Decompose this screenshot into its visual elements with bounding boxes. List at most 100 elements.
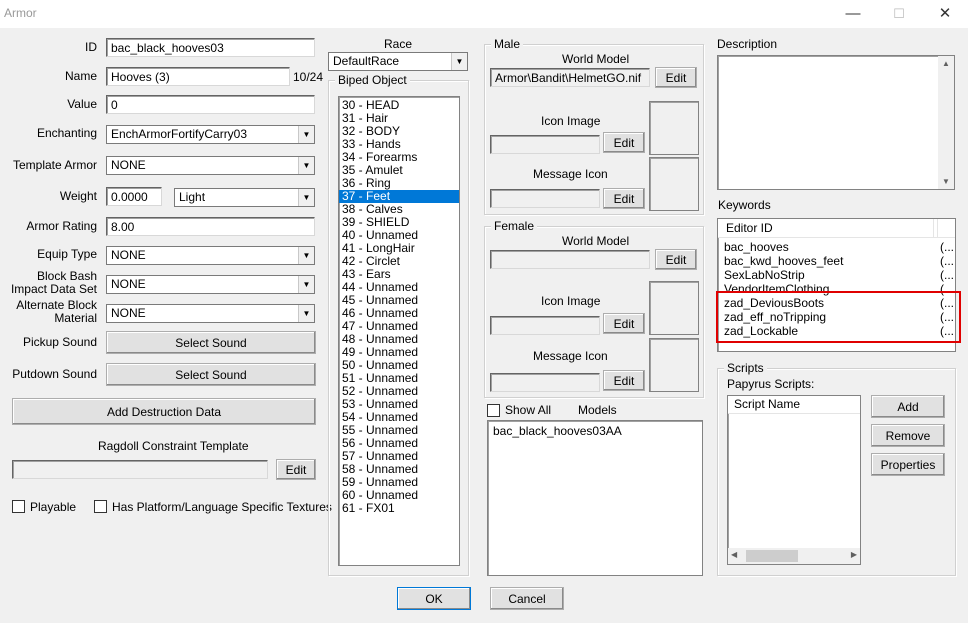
chevron-down-icon[interactable]: ▼: [298, 126, 314, 143]
female-icon-image-edit-button[interactable]: Edit: [603, 313, 645, 334]
female-message-icon-edit-button[interactable]: Edit: [603, 370, 645, 391]
male-icon-image-path: [490, 135, 600, 154]
remove-script-button[interactable]: Remove: [871, 424, 945, 447]
equip-type-dropdown[interactable]: NONE ▼: [106, 246, 315, 265]
male-world-model-path: Armor\Bandit\HelmetGO.nif: [490, 68, 650, 87]
male-world-model-edit-button[interactable]: Edit: [655, 67, 697, 88]
value-input[interactable]: 0: [106, 95, 315, 114]
chevron-down-icon[interactable]: ▼: [298, 305, 314, 322]
name-label: Name: [64, 69, 97, 83]
male-message-icon-label: Message Icon: [533, 167, 608, 181]
male-icon-image-preview: [649, 101, 699, 155]
template-armor-dropdown[interactable]: NONE ▼: [106, 156, 315, 175]
scroll-right-icon[interactable]: ▶: [851, 550, 857, 559]
pickup-sound-label: Pickup Sound: [22, 335, 97, 349]
biped-item[interactable]: 61 - FX01: [339, 502, 459, 515]
biped-object-list[interactable]: 30 - HEAD 31 - Hair 32 - BODY 33 - Hands 34 …: [338, 96, 460, 566]
female-world-model-edit-button[interactable]: Edit: [655, 249, 697, 270]
female-message-icon-label: Message Icon: [533, 349, 608, 363]
name-input[interactable]: Hooves (3): [106, 67, 290, 86]
template-armor-label: Template Armor: [12, 158, 97, 172]
minimize-icon[interactable]: —: [830, 0, 876, 28]
keywords-editor-id-column[interactable]: Editor ID: [726, 220, 773, 237]
keyword-row[interactable]: SexLabNoStrip (...: [718, 268, 955, 282]
add-destruction-data-button[interactable]: Add Destruction Data: [12, 398, 316, 425]
playable-checkbox[interactable]: [12, 500, 25, 513]
ragdoll-input[interactable]: [12, 460, 268, 479]
show-all-checkbox[interactable]: [487, 404, 500, 417]
armor-rating-input[interactable]: 8.00: [106, 217, 315, 236]
keyword-row[interactable]: bac_hooves (...: [718, 240, 955, 254]
keywords-header: Editor ID: [718, 219, 955, 238]
keyword-highlight-box: [716, 291, 961, 343]
models-list[interactable]: bac_black_hooves03AA: [487, 420, 703, 576]
scroll-left-icon[interactable]: ◀: [731, 550, 737, 559]
enchanting-value: EnchArmorFortifyCarry03: [111, 127, 248, 141]
description-scrollbar[interactable]: ▲ ▼: [938, 56, 954, 189]
block-bash-value: NONE: [111, 277, 146, 291]
female-icon-image-label: Icon Image: [541, 294, 601, 308]
race-dropdown[interactable]: DefaultRace ▼: [328, 52, 468, 71]
weight-input[interactable]: 0.0000: [106, 187, 162, 206]
column-separator: [933, 219, 934, 237]
pickup-select-sound-button[interactable]: Select Sound: [106, 331, 316, 354]
id-label: ID: [85, 40, 97, 54]
alternate-block-label-line2: Material: [54, 311, 97, 325]
value-label: Value: [67, 97, 97, 111]
chevron-down-icon[interactable]: ▼: [298, 189, 314, 206]
platform-textures-checkbox[interactable]: [94, 500, 107, 513]
block-bash-dropdown[interactable]: NONE ▼: [106, 275, 315, 294]
weight-class-value: Light: [179, 190, 206, 204]
scroll-down-icon[interactable]: ▼: [938, 177, 954, 186]
alternate-block-label-line1: Alternate Block: [16, 298, 97, 312]
male-world-model-label: World Model: [562, 52, 630, 66]
ragdoll-edit-button[interactable]: Edit: [276, 459, 316, 480]
list-item[interactable]: bac_black_hooves03AA: [488, 424, 702, 438]
keyword-name: bac_hooves: [724, 240, 789, 254]
putdown-select-sound-button[interactable]: Select Sound: [106, 363, 316, 386]
scripts-legend: Scripts: [724, 361, 767, 375]
close-icon[interactable]: ✕: [922, 0, 968, 28]
script-properties-button[interactable]: Properties: [871, 453, 945, 476]
keyword-row[interactable]: bac_kwd_hooves_feet (...: [718, 254, 955, 268]
add-script-button[interactable]: Add: [871, 395, 945, 418]
alternate-block-dropdown[interactable]: NONE ▼: [106, 304, 315, 323]
enchanting-dropdown[interactable]: EnchArmorFortifyCarry03 ▼: [106, 125, 315, 144]
scripts-hscrollbar[interactable]: ◀ ▶: [728, 548, 860, 564]
template-armor-value: NONE: [111, 158, 146, 172]
scripts-list[interactable]: Script Name ◀ ▶: [727, 395, 861, 565]
male-icon-image-edit-button[interactable]: Edit: [603, 132, 645, 153]
biped-object-legend: Biped Object: [335, 73, 410, 87]
female-message-icon-path: [490, 373, 600, 392]
script-name-column[interactable]: Script Name: [728, 396, 860, 414]
ok-button[interactable]: OK: [397, 587, 471, 610]
papyrus-scripts-label: Papyrus Scripts:: [727, 377, 815, 391]
scroll-thumb[interactable]: [746, 550, 798, 562]
keyword-name: bac_kwd_hooves_feet: [724, 254, 844, 268]
maximize-icon[interactable]: ☐: [876, 0, 922, 28]
female-world-model-label: World Model: [562, 234, 630, 248]
weight-label: Weight: [59, 189, 97, 203]
show-all-label: Show All: [505, 403, 552, 417]
block-bash-label-line2: Impact Data Set: [10, 282, 97, 296]
id-input[interactable]: bac_black_hooves03: [106, 38, 315, 57]
armor-rating-label: Armor Rating: [26, 219, 97, 233]
keyword-extra: (...: [940, 240, 954, 254]
race-label: Race: [384, 37, 413, 51]
platform-textures-label: Has Platform/Language Specific Textures: [112, 500, 332, 514]
chevron-down-icon[interactable]: ▼: [451, 53, 467, 70]
alternate-block-value: NONE: [111, 306, 146, 320]
chevron-down-icon[interactable]: ▼: [298, 157, 314, 174]
title-bar: Armor — ☐ ✕: [0, 0, 968, 28]
scroll-up-icon[interactable]: ▲: [938, 59, 954, 68]
weight-class-dropdown[interactable]: Light ▼: [174, 188, 315, 207]
male-legend: Male: [491, 37, 524, 51]
chevron-down-icon[interactable]: ▼: [298, 276, 314, 293]
chevron-down-icon[interactable]: ▼: [298, 247, 314, 264]
biped-object-items: 30 - HEAD 31 - Hair 32 - BODY 33 - Hands 34 …: [339, 97, 459, 515]
description-textarea[interactable]: ▲ ▼: [717, 55, 955, 190]
keyword-extra: (...: [940, 254, 954, 268]
male-message-icon-edit-button[interactable]: Edit: [603, 188, 645, 209]
cancel-button[interactable]: Cancel: [490, 587, 564, 610]
female-world-model-path: [490, 250, 650, 269]
